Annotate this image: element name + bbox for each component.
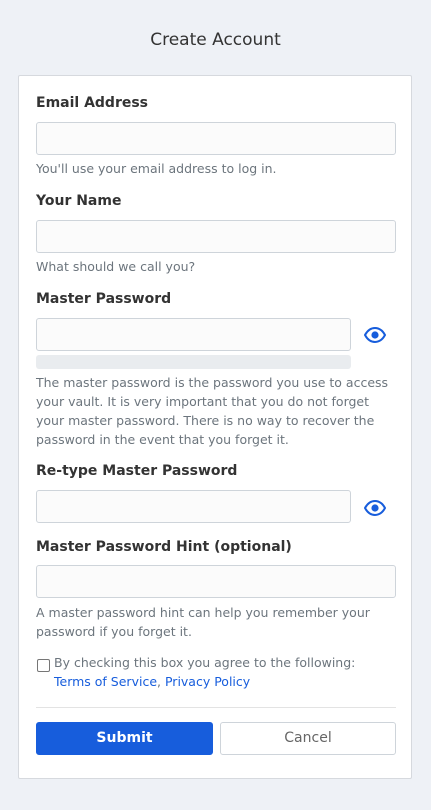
email-help-text: You'll use your email address to log in. <box>36 161 277 176</box>
password-strength-meter <box>36 355 351 369</box>
retype-password-label: Re-type Master Password <box>36 463 238 479</box>
name-field[interactable] <box>36 220 396 253</box>
terms-checkbox[interactable] <box>37 659 50 672</box>
password-hint-help-text: A master password hint can help you reme… <box>36 605 370 639</box>
create-account-form: Email Address You'll use your email addr… <box>18 75 412 779</box>
eye-icon[interactable] <box>363 326 387 344</box>
links-separator: , <box>157 674 161 689</box>
retype-password-field[interactable] <box>36 490 351 523</box>
name-label: Your Name <box>36 193 122 209</box>
cancel-button[interactable]: Cancel <box>220 722 396 755</box>
password-hint-label: Master Password Hint (optional) <box>36 539 292 555</box>
email-label: Email Address <box>36 95 149 111</box>
divider <box>36 707 396 708</box>
terms-agreement-text: By checking this box you agree to the fo… <box>54 655 356 670</box>
page-title: Create Account <box>150 30 281 50</box>
terms-links: Terms of Service, Privacy Policy <box>54 674 250 689</box>
master-password-field[interactable] <box>36 318 351 351</box>
email-field[interactable] <box>36 122 396 155</box>
name-help-text: What should we call you? <box>36 259 196 274</box>
terms-of-service-link[interactable]: Terms of Service <box>54 674 157 689</box>
eye-icon[interactable] <box>363 499 387 517</box>
master-password-help-text: The master password is the password you … <box>36 375 389 447</box>
master-password-label: Master Password <box>36 291 172 307</box>
privacy-policy-link[interactable]: Privacy Policy <box>165 674 250 689</box>
password-hint-field[interactable] <box>36 565 396 598</box>
submit-button[interactable]: Submit <box>36 722 213 755</box>
